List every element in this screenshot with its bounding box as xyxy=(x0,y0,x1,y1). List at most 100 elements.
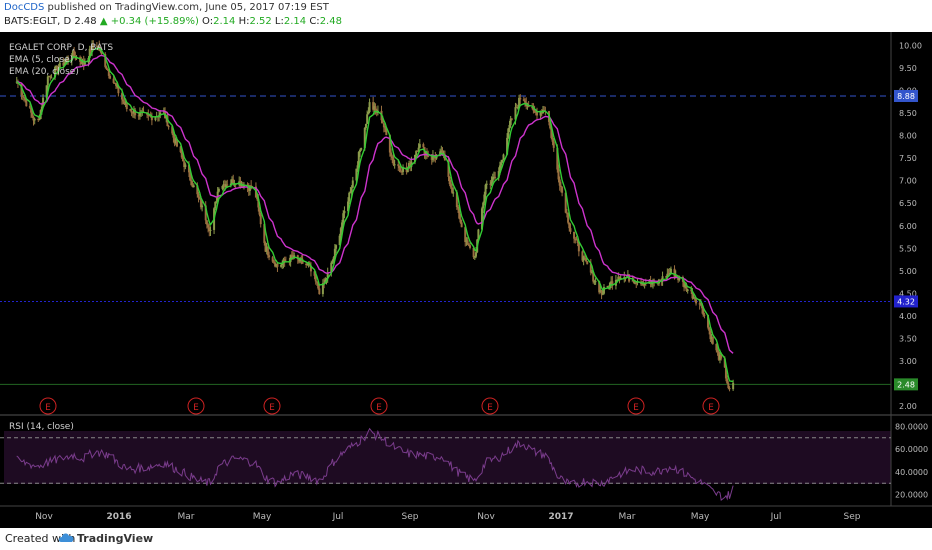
close-label: C: xyxy=(309,16,320,27)
candle-body xyxy=(469,245,472,248)
candle-body xyxy=(28,106,31,108)
price-tick-label: 3.50 xyxy=(899,334,917,343)
candle-body xyxy=(112,78,115,83)
candle-body xyxy=(552,141,555,148)
tradingview-brand[interactable]: TradingView xyxy=(77,532,153,545)
ohlc-header: BATS:EGLT, D 2.48 ▲ +0.34 (+15.89%) O:2.… xyxy=(4,16,342,30)
price-tick-label: 2.00 xyxy=(899,402,917,411)
time-tick-label: Jul xyxy=(332,512,344,522)
candle-body xyxy=(485,183,488,185)
price-tick-label: 7.00 xyxy=(899,177,917,186)
candle-body xyxy=(427,155,430,157)
price-tick-label: 7.50 xyxy=(899,154,917,163)
high-value: 2.52 xyxy=(249,16,272,27)
rsi-tick-label: 20.0000 xyxy=(895,491,928,500)
close-value: 2.48 xyxy=(319,16,342,27)
chart-canvas[interactable]: EEEEEEE 10.009.509.008.508.007.507.006.5… xyxy=(0,32,932,528)
earnings-marker-label: E xyxy=(193,403,199,413)
price-tick-label: 8.50 xyxy=(899,109,917,118)
open-label: O: xyxy=(202,16,214,27)
candle-body xyxy=(109,75,112,79)
candle-body xyxy=(268,255,271,258)
earnings-marker-label: E xyxy=(376,403,382,413)
open-value: 2.14 xyxy=(213,16,236,27)
price-change: +0.34 (+15.89%) xyxy=(110,16,199,27)
rsi-tick-label: 40.0000 xyxy=(895,468,928,477)
candle-body xyxy=(418,144,421,148)
candle-body xyxy=(192,185,195,188)
rsi-tick-label: 60.0000 xyxy=(895,445,928,454)
candle-body xyxy=(364,123,367,128)
time-tick-label: 2017 xyxy=(548,512,573,522)
candle-body xyxy=(686,289,689,291)
earnings-marker-label: E xyxy=(633,403,639,413)
low-label: L: xyxy=(274,16,284,27)
candle-body xyxy=(343,210,346,214)
candle-body xyxy=(586,261,589,265)
candle-body xyxy=(50,77,53,79)
candle-body xyxy=(510,118,513,120)
candle-body xyxy=(46,76,49,86)
earnings-marker-label: E xyxy=(708,403,714,413)
price-tick-label: 6.50 xyxy=(899,199,917,208)
time-tick-label: May xyxy=(691,512,710,522)
tradingview-cloud-icon xyxy=(58,533,74,542)
candle-body xyxy=(728,387,731,390)
candle-body xyxy=(125,103,128,109)
candle-body xyxy=(368,102,371,112)
candle-body xyxy=(276,263,279,267)
price-tick-label: 5.00 xyxy=(899,267,917,276)
publish-header: DocCDS published on TradingView.com, Jun… xyxy=(4,2,329,16)
price-tick-label: 10.00 xyxy=(899,42,922,51)
candle-body xyxy=(83,62,86,65)
candle-body xyxy=(594,281,597,283)
candle-body xyxy=(519,97,522,100)
candle-body xyxy=(351,180,354,188)
candle-body xyxy=(318,288,321,295)
time-tick-label: May xyxy=(253,512,272,522)
legend-ema-slow: EMA (20, close) xyxy=(9,67,79,77)
candle-body xyxy=(360,148,363,150)
time-tick-label: Mar xyxy=(178,512,195,522)
author-link[interactable]: DocCDS xyxy=(4,2,44,13)
time-tick-label: Mar xyxy=(619,512,636,522)
candle-body xyxy=(38,119,41,121)
candle-body xyxy=(494,176,497,178)
up-arrow-icon: ▲ xyxy=(99,16,108,27)
candle-body xyxy=(577,242,580,252)
candle-body xyxy=(209,229,212,231)
time-tick-label: Sep xyxy=(402,512,419,522)
candle-body xyxy=(335,245,338,249)
earnings-marker-label: E xyxy=(487,403,493,413)
candle-body xyxy=(25,100,28,107)
candle-body xyxy=(201,205,204,208)
time-tick-label: Nov xyxy=(477,512,495,522)
candle-body xyxy=(502,154,505,160)
price-tick-label: 3.00 xyxy=(899,357,917,366)
candle-body xyxy=(393,164,396,166)
candle-body xyxy=(348,192,351,202)
earnings-marker-label: E xyxy=(269,403,275,413)
candle-body xyxy=(569,228,572,232)
footer: Created with TradingView xyxy=(0,528,932,550)
candle-body xyxy=(583,256,586,258)
price-tag-label: 4.32 xyxy=(897,297,915,306)
legend-ema-fast: EMA (5, close) xyxy=(9,55,73,65)
price-tick-label: 4.00 xyxy=(899,312,917,321)
time-tick-label: Jul xyxy=(770,512,782,522)
symbol-label: BATS:EGLT, D xyxy=(4,16,72,27)
rsi-band xyxy=(4,431,891,484)
candle-body xyxy=(167,126,170,128)
price-tick-label: 8.00 xyxy=(899,132,917,141)
published-text: published on TradingView.com, June 05, 2… xyxy=(47,2,329,13)
candle-body xyxy=(452,192,455,194)
candle-body xyxy=(33,119,36,121)
time-tick-label: Nov xyxy=(35,512,53,522)
high-label: H: xyxy=(238,16,250,27)
legend-series: EGALET CORP, D, BATS xyxy=(9,43,113,53)
candle-body xyxy=(422,144,425,148)
candle-body xyxy=(226,184,229,186)
time-tick-label: 2016 xyxy=(106,512,131,522)
price-tag-label: 8.88 xyxy=(897,92,915,101)
price-tick-label: 5.50 xyxy=(899,244,917,253)
